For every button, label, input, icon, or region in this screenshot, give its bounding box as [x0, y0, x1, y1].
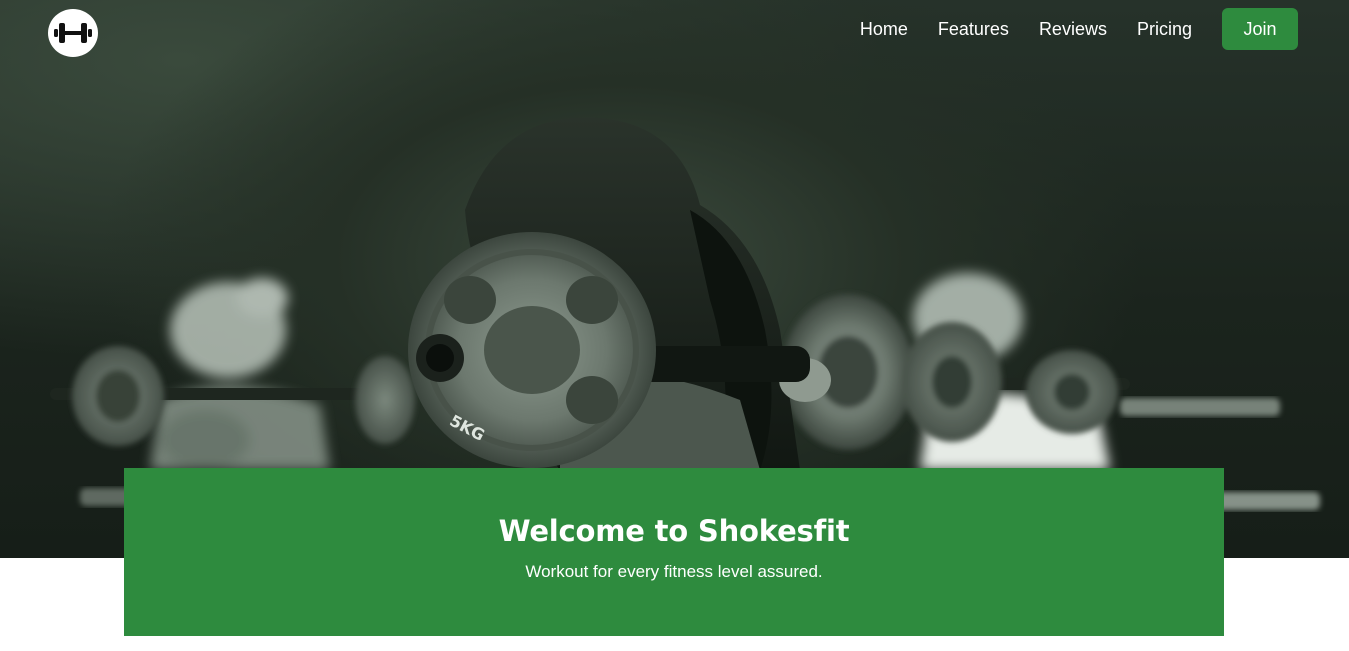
brand-logo[interactable]: [48, 9, 98, 57]
nav-link-pricing[interactable]: Pricing: [1137, 19, 1192, 40]
join-button[interactable]: Join: [1222, 8, 1298, 50]
nav-link-home[interactable]: Home: [860, 19, 908, 40]
welcome-panel: Welcome to Shokesfit Workout for every f…: [124, 468, 1224, 636]
hero-title: Welcome to Shokesfit: [498, 514, 850, 548]
nav-link-reviews[interactable]: Reviews: [1039, 19, 1107, 40]
dumbbell-icon: [54, 23, 92, 43]
landing-page: 5KG Home Features Reviews Pricing Join W…: [0, 0, 1349, 651]
hero-subtitle: Workout for every fitness level assured.: [525, 562, 823, 581]
nav-link-features[interactable]: Features: [938, 19, 1009, 40]
main-navigation: Home Features Reviews Pricing Join: [860, 8, 1298, 50]
